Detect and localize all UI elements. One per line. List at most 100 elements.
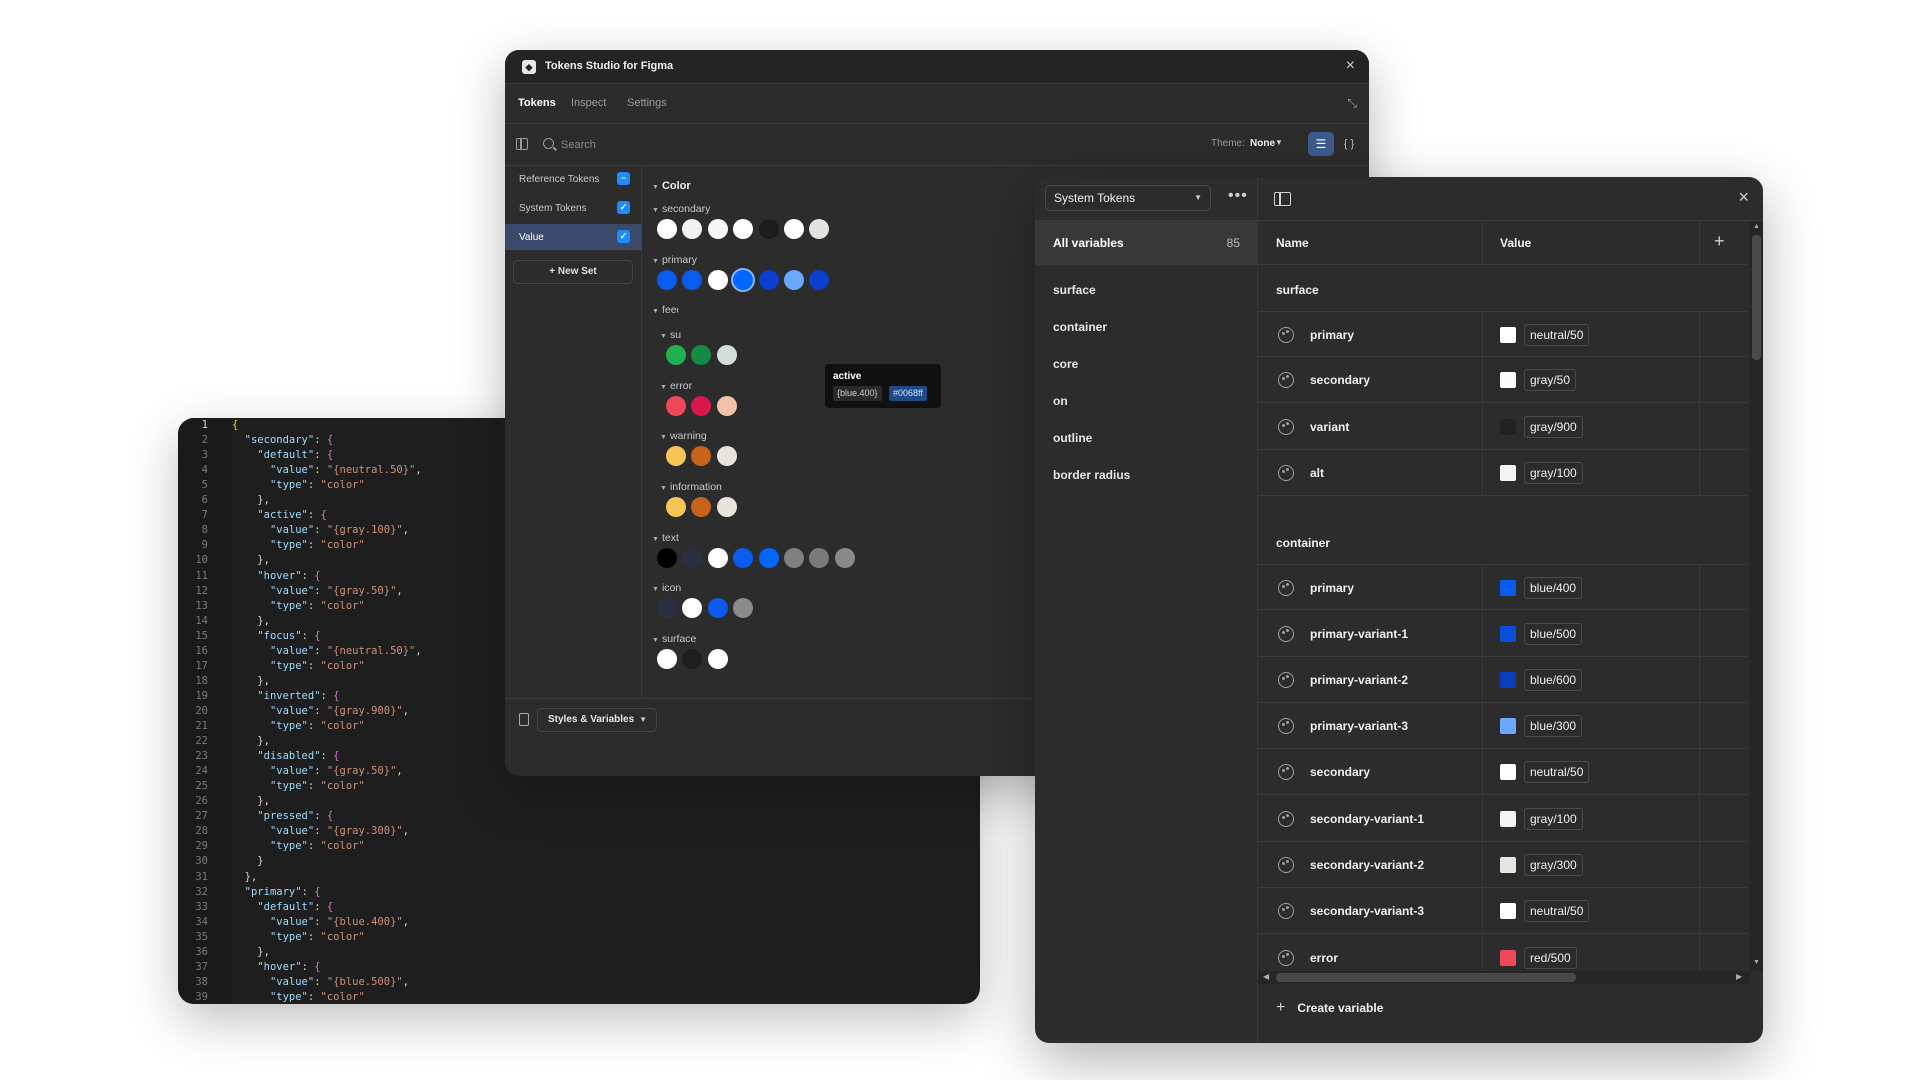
set-checkbox[interactable]: ✓ xyxy=(617,201,630,214)
color-swatch[interactable] xyxy=(1500,418,1516,435)
variable-value-alias[interactable]: gray/100 xyxy=(1524,461,1583,484)
color-token-swatch[interactable] xyxy=(657,648,677,669)
set-value[interactable]: Value ✓ xyxy=(505,224,642,250)
color-token-swatch[interactable] xyxy=(682,598,703,619)
color-token-swatch[interactable] xyxy=(682,547,703,568)
tab-settings[interactable]: Settings xyxy=(627,97,667,109)
color-token-swatch[interactable] xyxy=(707,269,728,290)
variable-value-alias[interactable]: neutral/50 xyxy=(1524,761,1590,784)
token-group-error[interactable]: ▼ error xyxy=(660,380,692,392)
variable-name[interactable]: secondary-variant-2 xyxy=(1310,858,1424,872)
more-options-icon[interactable]: ••• xyxy=(1228,187,1248,205)
scrollbar-thumb[interactable] xyxy=(1752,235,1761,360)
scroll-right-icon[interactable]: ▶ xyxy=(1736,972,1742,981)
tab-tokens[interactable]: Tokens xyxy=(518,97,556,109)
search-input[interactable] xyxy=(561,135,761,155)
set-system-tokens[interactable]: System Tokens ✓ xyxy=(505,195,642,221)
token-group-icon[interactable]: ▼ icon xyxy=(652,582,681,594)
variable-value-alias[interactable]: gray/100 xyxy=(1524,807,1583,830)
token-group-surface[interactable]: ▼ surface xyxy=(652,633,696,645)
theme-select[interactable]: None xyxy=(1250,138,1275,149)
variable-value-alias[interactable]: gray/900 xyxy=(1524,415,1583,438)
color-swatch[interactable] xyxy=(1500,857,1516,873)
variable-row[interactable]: variant gray/900 xyxy=(1258,403,1748,450)
variable-row[interactable]: primary-variant-3 blue/300 xyxy=(1258,703,1748,750)
close-icon[interactable]: × xyxy=(1738,187,1749,208)
variable-group-surface[interactable]: surface xyxy=(1053,283,1096,297)
variable-name[interactable]: error xyxy=(1310,951,1338,965)
color-token-swatch[interactable] xyxy=(666,395,686,416)
color-token-swatch[interactable] xyxy=(707,547,728,568)
color-token-swatch[interactable] xyxy=(707,648,728,669)
color-swatch[interactable] xyxy=(1500,718,1516,735)
color-swatch[interactable] xyxy=(1500,464,1516,481)
token-group-success[interactable]: ▼ success xyxy=(660,329,708,341)
collection-select[interactable]: System Tokens ▼ xyxy=(1045,185,1211,211)
color-swatch[interactable] xyxy=(1500,671,1516,688)
token-group-information[interactable]: ▼ information xyxy=(660,481,722,493)
variable-group-container[interactable]: container xyxy=(1053,320,1107,334)
color-token-swatch[interactable] xyxy=(666,446,686,467)
close-icon[interactable]: × xyxy=(1346,57,1355,75)
add-variable-button[interactable]: + xyxy=(1714,231,1725,252)
color-token-swatch[interactable] xyxy=(809,219,830,239)
color-token-swatch[interactable] xyxy=(657,219,677,239)
color-swatch[interactable] xyxy=(1500,949,1516,966)
variable-name[interactable]: primary-variant-2 xyxy=(1310,673,1408,687)
variable-group-border-radius[interactable]: border radius xyxy=(1053,468,1130,482)
variable-name[interactable]: alt xyxy=(1310,466,1324,480)
variable-value-alias[interactable]: blue/300 xyxy=(1524,715,1583,738)
column-header-value[interactable]: Value xyxy=(1500,236,1531,250)
color-token-swatch[interactable] xyxy=(691,395,712,416)
variable-row[interactable]: secondary neutral/50 xyxy=(1258,749,1748,796)
color-swatch[interactable] xyxy=(1500,372,1516,389)
color-token-swatch[interactable] xyxy=(716,395,737,416)
variable-value-alias[interactable]: red/500 xyxy=(1524,946,1577,969)
scroll-left-icon[interactable]: ◀ xyxy=(1263,972,1269,981)
variable-name[interactable]: primary-variant-3 xyxy=(1310,719,1408,733)
new-set-button[interactable]: + New Set xyxy=(513,260,633,284)
color-token-swatch[interactable] xyxy=(809,547,830,568)
color-token-swatch[interactable] xyxy=(707,219,728,239)
color-token-swatch[interactable] xyxy=(666,497,686,517)
set-reference-tokens[interactable]: Reference Tokens − xyxy=(505,166,642,192)
variable-group-core[interactable]: core xyxy=(1053,357,1078,371)
scrollbar-thumb[interactable] xyxy=(1276,973,1576,982)
variable-row[interactable]: error red/500 xyxy=(1258,934,1748,971)
token-group-warning[interactable]: ▼ warning xyxy=(660,430,707,442)
color-token-swatch[interactable] xyxy=(682,219,703,239)
color-token-swatch[interactable] xyxy=(657,269,677,290)
token-group-primary[interactable]: ▼ primary xyxy=(652,254,697,266)
color-token-swatch[interactable] xyxy=(657,598,677,619)
variable-row[interactable]: secondary-variant-1 gray/100 xyxy=(1258,795,1748,842)
color-heading[interactable]: ▼ Color xyxy=(652,180,691,192)
variable-name[interactable]: primary-variant-1 xyxy=(1310,627,1408,641)
variable-name[interactable]: secondary xyxy=(1310,373,1370,387)
horizontal-scrollbar[interactable]: ◀ ▶ xyxy=(1258,971,1750,984)
variable-name[interactable]: secondary-variant-1 xyxy=(1310,812,1424,826)
color-swatch[interactable] xyxy=(1500,327,1516,343)
color-token-swatch[interactable] xyxy=(758,547,779,568)
color-token-swatch[interactable] xyxy=(666,345,686,366)
color-token-swatch[interactable] xyxy=(691,345,712,366)
color-token-swatch[interactable] xyxy=(733,269,754,290)
color-swatch[interactable] xyxy=(1500,625,1516,642)
color-token-swatch[interactable] xyxy=(682,269,703,290)
variable-name[interactable]: primary xyxy=(1310,328,1354,342)
variable-row[interactable]: alt gray/100 xyxy=(1258,449,1748,496)
sidebar-toggle-icon[interactable] xyxy=(1274,192,1291,206)
color-token-swatch[interactable] xyxy=(733,219,754,239)
all-variables-item[interactable]: All variables 85 xyxy=(1035,221,1258,265)
vertical-scrollbar[interactable]: ▲ ▼ xyxy=(1750,221,1763,971)
color-token-swatch[interactable] xyxy=(716,446,737,467)
variable-row[interactable]: primary-variant-1 blue/500 xyxy=(1258,610,1748,657)
color-token-swatch[interactable] xyxy=(707,598,728,619)
variable-value-alias[interactable]: gray/50 xyxy=(1524,369,1577,392)
color-token-swatch[interactable] xyxy=(691,446,712,467)
color-token-swatch[interactable] xyxy=(691,497,712,517)
create-variable-button[interactable]: + Create variable xyxy=(1276,999,1383,1017)
column-header-name[interactable]: Name xyxy=(1276,236,1309,250)
set-checkbox[interactable]: − xyxy=(617,172,630,185)
token-group-feedback[interactable]: ▼ feedback xyxy=(652,304,705,316)
color-token-swatch[interactable] xyxy=(657,547,677,568)
